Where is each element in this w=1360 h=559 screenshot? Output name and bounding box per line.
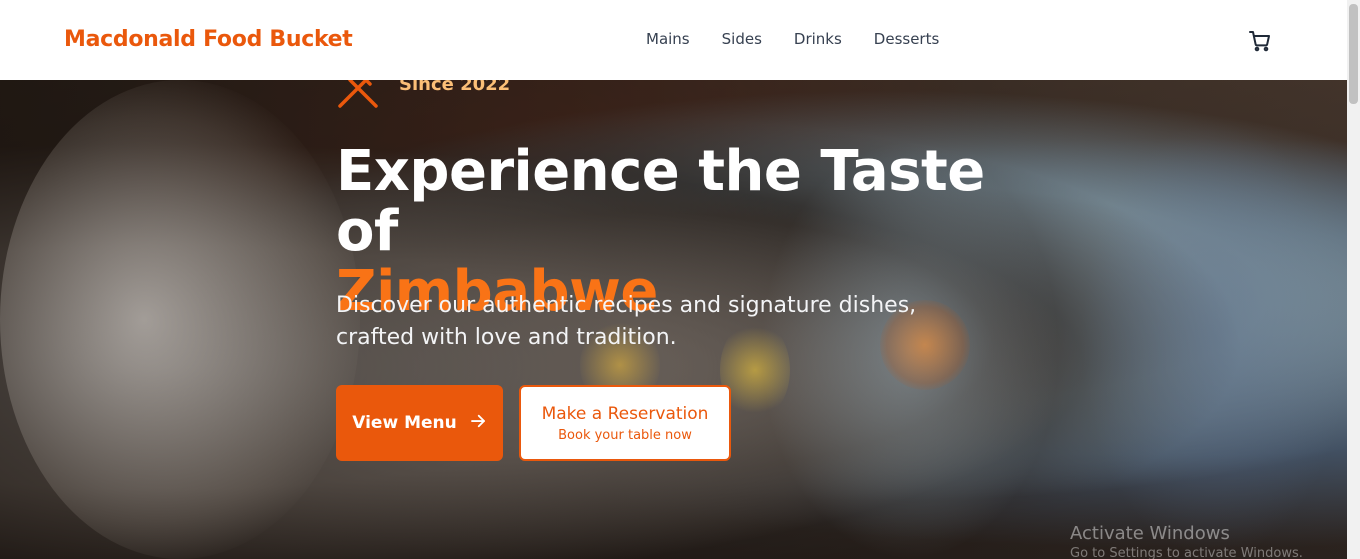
nav-item-drinks[interactable]: Drinks (794, 30, 842, 48)
hero-subtitle: Discover our authentic recipes and signa… (336, 293, 917, 350)
arrow-right-icon (469, 412, 487, 435)
view-menu-button[interactable]: View Menu (336, 385, 503, 461)
hero-section: Since 2022 Experience the Taste of Zimba… (0, 80, 1347, 559)
nav-item-mains[interactable]: Mains (646, 30, 690, 48)
shopping-cart-icon[interactable] (1248, 29, 1272, 53)
nav-item-desserts[interactable]: Desserts (874, 30, 940, 48)
hero-background-person-far-right (1080, 120, 1347, 559)
page-scrollbar[interactable] (1347, 0, 1360, 559)
activate-windows-title: Activate Windows (1070, 523, 1230, 544)
utensils-crossed-icon (336, 80, 384, 108)
scrollbar-thumb[interactable] (1349, 4, 1358, 104)
activate-windows-sub: Go to Settings to activate Windows. (1070, 546, 1303, 559)
reservation-sublabel: Book your table now (558, 427, 692, 443)
hero-background-person-left (0, 80, 360, 559)
reservation-label: Make a Reservation (541, 403, 709, 424)
nav-item-sides[interactable]: Sides (722, 30, 762, 48)
brand-logo[interactable]: Macdonald Food Bucket (64, 27, 353, 52)
hero-headline-main: Experience the Taste of (336, 139, 985, 264)
make-reservation-button[interactable]: Make a Reservation Book your table now (519, 385, 731, 461)
view-menu-label: View Menu (352, 413, 457, 433)
since-label: Since 2022 (399, 80, 511, 95)
main-nav: Mains Sides Drinks Desserts (646, 30, 971, 48)
site-header: Macdonald Food Bucket Mains Sides Drinks… (0, 0, 1347, 80)
